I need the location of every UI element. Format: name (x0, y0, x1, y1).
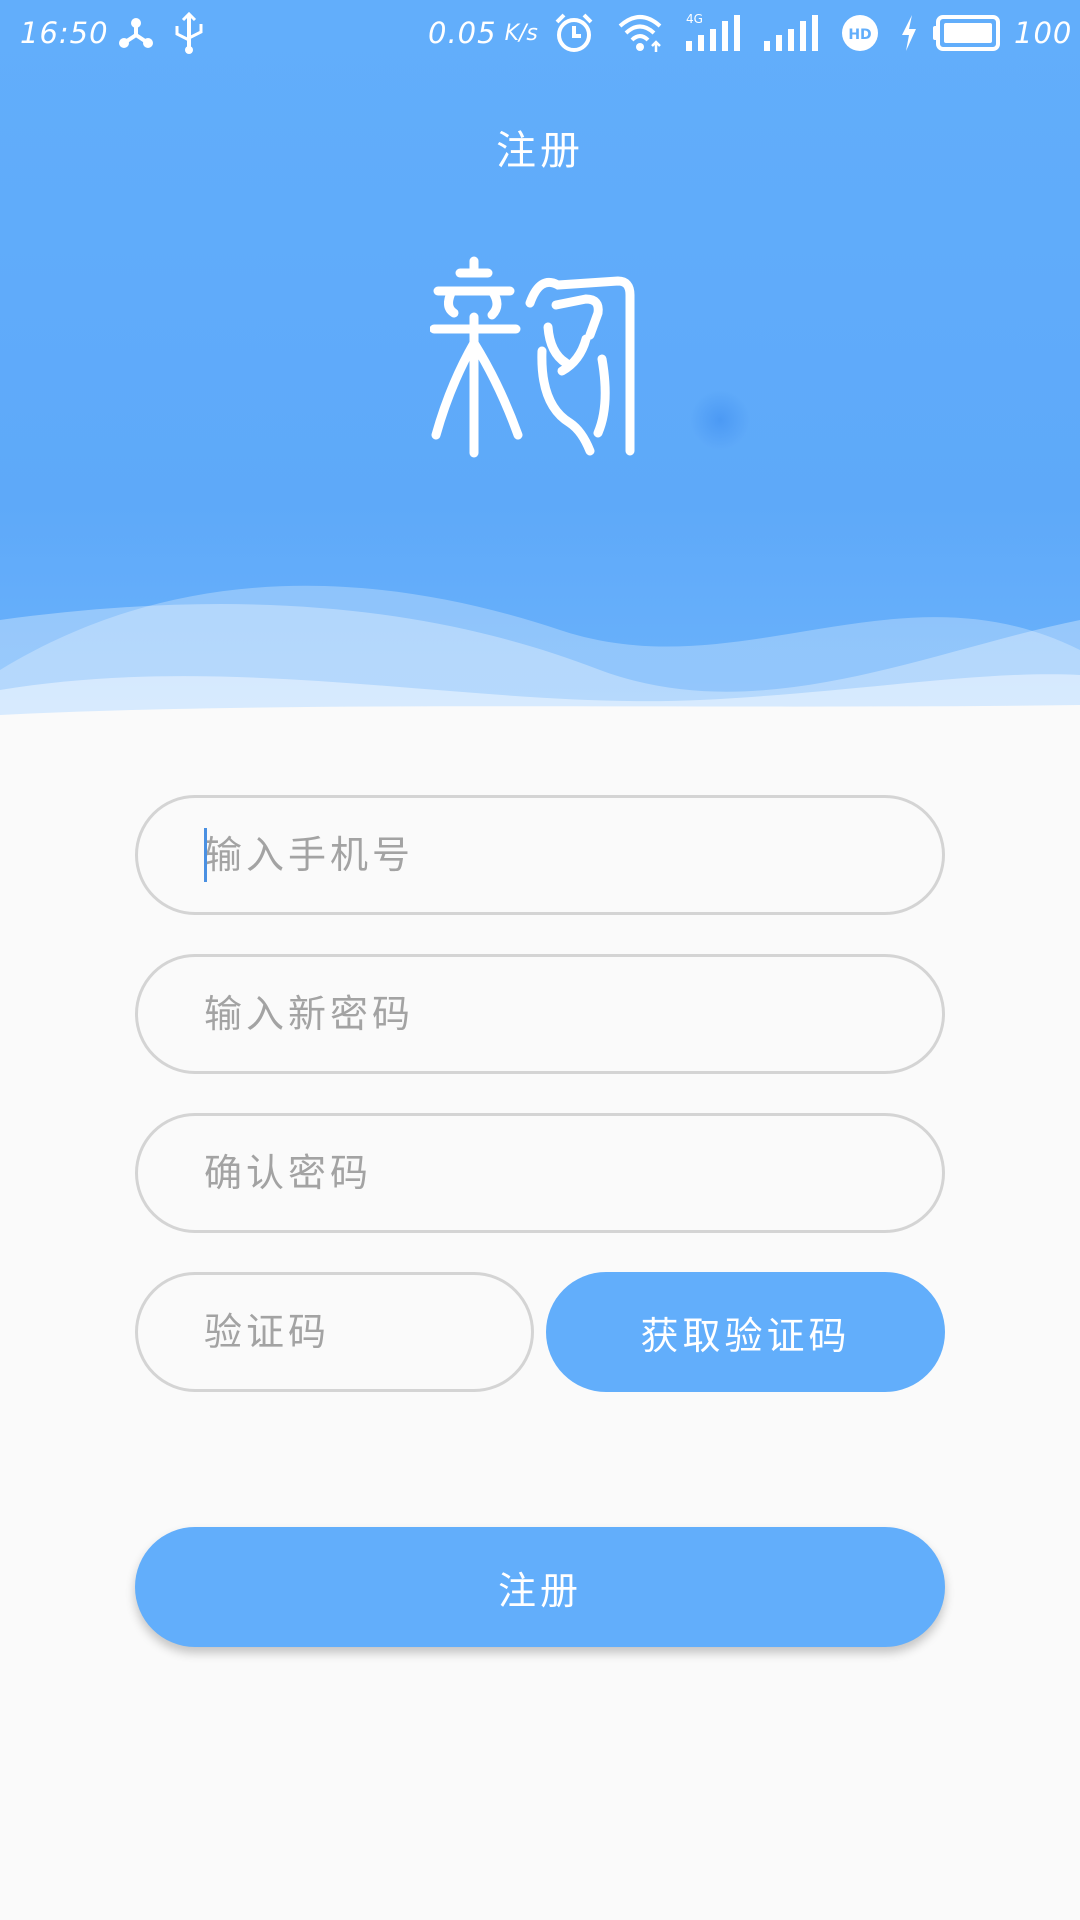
register-button[interactable]: 注册 (135, 1527, 945, 1647)
alarm-icon (552, 0, 596, 66)
verification-code-field[interactable] (135, 1272, 534, 1392)
confirm-password-field[interactable] (135, 1113, 945, 1233)
wifi-icon (616, 0, 664, 66)
svg-text:4G: 4G (686, 12, 703, 26)
new-password-input[interactable] (138, 957, 942, 1071)
status-time: 16:50 (20, 16, 109, 50)
svg-text:HD: HD (848, 27, 871, 43)
verification-code-input[interactable] (138, 1275, 531, 1389)
battery-level: 100 (1014, 16, 1073, 50)
network-speed-unit: K/s (504, 20, 538, 46)
signal-4g-icon: 4G (684, 0, 742, 66)
phone-field[interactable] (135, 795, 945, 915)
new-password-field[interactable] (135, 954, 945, 1074)
get-code-button[interactable]: 获取验证码 (546, 1272, 945, 1392)
signal-icon (762, 0, 820, 66)
page-title: 注册 (496, 128, 584, 174)
hd-icon: HD (840, 0, 880, 66)
battery-icon (932, 0, 1004, 66)
logo-glow (690, 390, 750, 450)
charging-icon (898, 0, 920, 66)
wave-decoration (0, 585, 1080, 740)
text-cursor (204, 828, 207, 882)
status-bar: 16:50 0.05 K/s 4G HD 100 (0, 0, 1080, 66)
confirm-password-input[interactable] (138, 1116, 942, 1230)
phone-input[interactable] (138, 798, 942, 912)
network-speed: 0.05 (428, 16, 497, 50)
register-screen: 16:50 0.05 K/s 4G HD 100 注册 输入手机号 验证码 获取… (0, 0, 1080, 1920)
app-logo (430, 256, 635, 458)
share-icon (116, 0, 156, 66)
usb-icon (172, 0, 206, 66)
